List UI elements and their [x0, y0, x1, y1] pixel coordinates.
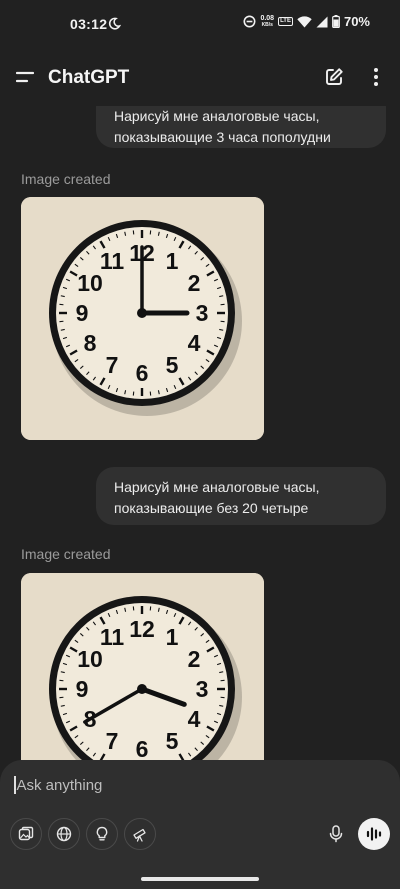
- clock-numeral: 7: [106, 352, 119, 378]
- globe-icon: [56, 826, 72, 842]
- app-header: ChatGPT: [0, 50, 400, 106]
- image-created-label: Image created: [21, 546, 111, 562]
- menu-icon[interactable]: [16, 70, 34, 84]
- network-speed-unit: KB/s: [261, 21, 273, 28]
- clock-numeral: 2: [188, 270, 201, 296]
- network-speed-value: 0.08: [260, 14, 275, 22]
- image-icon: [18, 826, 34, 841]
- battery-percent: 70%: [343, 14, 370, 29]
- battery-icon: [332, 15, 340, 28]
- clock-numeral: 3: [196, 676, 209, 702]
- attach-image-button[interactable]: [10, 818, 42, 850]
- clock-numeral: 12: [129, 616, 155, 642]
- clock-numeral: 1: [166, 248, 179, 274]
- analog-clock-3-00: 121234567891011: [21, 197, 264, 440]
- clock-numeral: 4: [188, 706, 201, 732]
- clock-numeral: 6: [136, 360, 149, 386]
- reason-button[interactable]: [86, 818, 118, 850]
- clock-numeral: 2: [188, 646, 201, 672]
- status-time: 03:12: [70, 16, 108, 32]
- message-input-placeholder: Ask anything: [16, 776, 103, 794]
- new-chat-edit-icon[interactable]: [324, 67, 344, 87]
- voice-mode-icon: [366, 827, 382, 841]
- clock-center-cap: [137, 684, 147, 694]
- clock-numeral: 5: [166, 352, 179, 378]
- composer: Ask anything: [0, 760, 400, 889]
- clock-numeral: 7: [106, 728, 119, 754]
- cell-signal-icon: [316, 16, 328, 27]
- message-input[interactable]: Ask anything: [14, 774, 384, 796]
- clock-numeral: 9: [76, 300, 89, 326]
- chat-thread[interactable]: Нарисуй мне аналоговые часы, показывающи…: [0, 106, 400, 760]
- clock-center-cap: [137, 308, 147, 318]
- clock-numeral: 4: [188, 330, 201, 356]
- user-message[interactable]: Нарисуй мне аналоговые часы, показывающи…: [96, 467, 386, 525]
- generated-clock-image[interactable]: 121234567891011: [21, 197, 264, 440]
- wifi-icon: [297, 15, 312, 27]
- data-saver-icon: [243, 15, 256, 28]
- clock-numeral: 8: [84, 330, 97, 356]
- analog-clock-3-40: 121234567891011: [21, 573, 264, 760]
- image-created-label: Image created: [21, 171, 111, 187]
- clock-numeral: 11: [100, 248, 125, 274]
- clock-numeral: 6: [136, 736, 149, 760]
- more-options-icon[interactable]: [368, 67, 384, 87]
- dictate-button[interactable]: [320, 818, 352, 850]
- clock-numeral: 5: [166, 728, 179, 754]
- generated-clock-image[interactable]: 121234567891011: [21, 573, 264, 760]
- network-speed: 0.08 KB/s: [260, 15, 274, 29]
- telescope-icon: [133, 828, 146, 842]
- text-caret: [14, 776, 16, 794]
- clock-numeral: 1: [166, 624, 179, 650]
- voice-mode-button[interactable]: [358, 818, 390, 850]
- lightbulb-icon: [96, 826, 108, 841]
- clock-numeral: 3: [196, 300, 209, 326]
- clock-numeral: 9: [76, 676, 89, 702]
- mic-icon: [329, 825, 343, 843]
- home-indicator[interactable]: [141, 877, 259, 881]
- user-message[interactable]: Нарисуй мне аналоговые часы, показывающи…: [96, 106, 386, 148]
- status-indicators: 0.08 KB/s LTE 70%: [243, 14, 370, 29]
- do-not-disturb-moon-icon: [108, 17, 121, 30]
- network-type-badge: LTE: [278, 17, 293, 26]
- deep-research-button[interactable]: [124, 818, 156, 850]
- web-search-button[interactable]: [48, 818, 80, 850]
- clock-numeral: 11: [100, 624, 125, 650]
- status-bar: 03:12 0.08 KB/s LTE 70%: [0, 0, 400, 50]
- app-title: ChatGPT: [48, 67, 130, 88]
